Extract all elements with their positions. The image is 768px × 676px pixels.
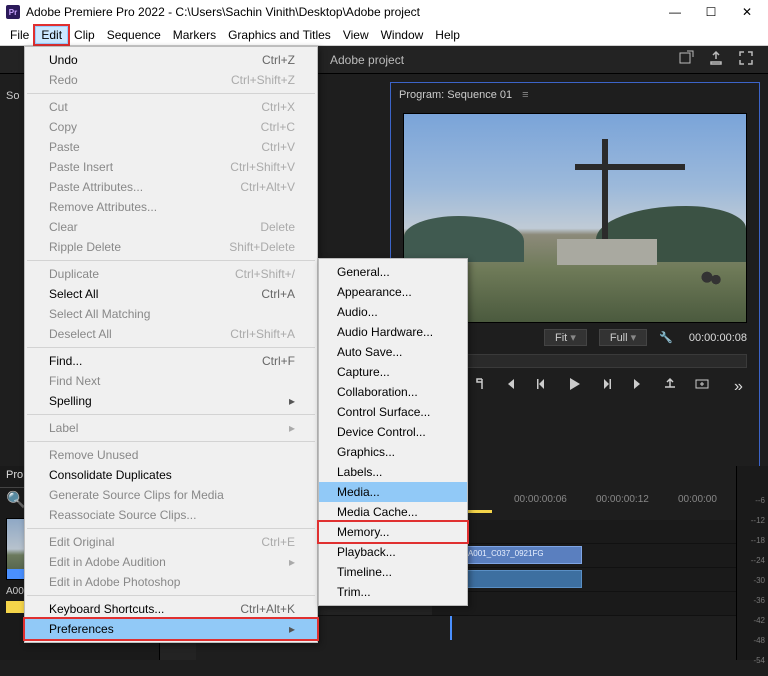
meter-label: -54 — [737, 656, 768, 676]
edit-menu-reassociate-source-clips: Reassociate Source Clips... — [25, 505, 317, 525]
pref-media-cache[interactable]: Media Cache... — [319, 502, 467, 522]
meter-label: --18 — [737, 536, 768, 556]
audio-clip[interactable] — [452, 570, 582, 588]
edit-menu-keyboard-shortcuts[interactable]: Keyboard Shortcuts...Ctrl+Alt+K — [25, 599, 317, 619]
play-icon[interactable] — [566, 376, 582, 397]
menu-window[interactable]: Window — [375, 26, 430, 44]
program-title: Program: Sequence 01 — [399, 89, 512, 101]
menu-sequence[interactable]: Sequence — [101, 26, 167, 44]
edit-menu-copy: CopyCtrl+C — [25, 117, 317, 137]
pref-general[interactable]: General... — [319, 262, 467, 282]
edit-menu-clear: ClearDelete — [25, 217, 317, 237]
export-frame-icon[interactable] — [694, 376, 710, 397]
edit-menu-generate-source-clips-for-media: Generate Source Clips for Media — [25, 485, 317, 505]
pref-playback[interactable]: Playback... — [319, 542, 467, 562]
search-icon[interactable]: 🔍 — [6, 490, 26, 510]
menu-help[interactable]: Help — [429, 26, 466, 44]
pref-auto-save[interactable]: Auto Save... — [319, 342, 467, 362]
step-back-icon[interactable] — [534, 376, 550, 397]
pref-audio[interactable]: Audio... — [319, 302, 467, 322]
edit-menu-paste-insert: Paste InsertCtrl+Shift+V — [25, 157, 317, 177]
preferences-submenu: General...Appearance...Audio...Audio Har… — [318, 258, 468, 606]
pref-device-control[interactable]: Device Control... — [319, 422, 467, 442]
menubar: FileEditClipSequenceMarkersGraphics and … — [0, 24, 768, 46]
mark-out-icon[interactable] — [470, 376, 486, 397]
ruler-tick: 00:00:00:06 — [514, 494, 596, 512]
menu-graphics-and-titles[interactable]: Graphics and Titles — [222, 26, 337, 44]
pref-capture[interactable]: Capture... — [319, 362, 467, 382]
menu-clip[interactable]: Clip — [68, 26, 101, 44]
program-timecode-right: 00:00:00:08 — [689, 332, 747, 344]
export-icon[interactable] — [708, 50, 724, 69]
step-forward-icon[interactable] — [598, 376, 614, 397]
edit-menu-edit-in-adobe-audition: Edit in Adobe Audition▸ — [25, 552, 317, 572]
pref-labels[interactable]: Labels... — [319, 462, 467, 482]
edit-menu-consolidate-duplicates[interactable]: Consolidate Duplicates — [25, 465, 317, 485]
meter-label: --6 — [737, 496, 768, 516]
audio-meters: --6--12--18--24-30-36-42-48-54 — [736, 466, 768, 660]
source-panel-label: So — [6, 90, 19, 102]
edit-menu-select-all[interactable]: Select AllCtrl+A — [25, 284, 317, 304]
edit-menu-find[interactable]: Find...Ctrl+F — [25, 351, 317, 371]
pref-media[interactable]: Media... — [319, 482, 467, 502]
more-buttons-icon[interactable]: » — [734, 378, 744, 396]
edit-menu-dropdown: UndoCtrl+ZRedoCtrl+Shift+Z CutCtrl+XCopyC… — [24, 46, 318, 643]
pref-appearance[interactable]: Appearance... — [319, 282, 467, 302]
resolution-dropdown[interactable]: Full ▾ — [599, 329, 647, 346]
workspace-project-name[interactable]: Adobe project — [330, 53, 404, 67]
edit-menu-find-next: Find Next — [25, 371, 317, 391]
window-title: Adobe Premiere Pro 2022 - C:\Users\Sachi… — [26, 5, 420, 19]
edit-menu-paste: PasteCtrl+V — [25, 137, 317, 157]
edit-menu-remove-unused: Remove Unused — [25, 445, 317, 465]
minimize-button[interactable]: — — [668, 5, 682, 19]
meter-label: --24 — [737, 556, 768, 576]
go-to-out-icon[interactable] — [630, 376, 646, 397]
edit-menu-undo[interactable]: UndoCtrl+Z — [25, 50, 317, 70]
menu-view[interactable]: View — [337, 26, 375, 44]
menu-markers[interactable]: Markers — [167, 26, 222, 44]
edit-menu-spelling[interactable]: Spelling▸ — [25, 391, 317, 411]
meter-label: -42 — [737, 616, 768, 636]
edit-menu-redo: RedoCtrl+Shift+Z — [25, 70, 317, 90]
edit-menu-deselect-all: Deselect AllCtrl+Shift+A — [25, 324, 317, 344]
go-to-in-icon[interactable] — [502, 376, 518, 397]
pref-trim[interactable]: Trim... — [319, 582, 467, 602]
pref-timeline[interactable]: Timeline... — [319, 562, 467, 582]
meter-label: --12 — [737, 516, 768, 536]
meter-label: -48 — [737, 636, 768, 656]
edit-menu-duplicate: DuplicateCtrl+Shift+/ — [25, 264, 317, 284]
edit-menu-paste-attributes: Paste Attributes...Ctrl+Alt+V — [25, 177, 317, 197]
edit-menu-select-all-matching: Select All Matching — [25, 304, 317, 324]
edit-menu-label: Label▸ — [25, 418, 317, 438]
edit-menu-ripple-delete: Ripple DeleteShift+Delete — [25, 237, 317, 257]
menu-file[interactable]: File — [4, 26, 35, 44]
maximize-button[interactable]: ☐ — [704, 5, 718, 19]
fit-dropdown[interactable]: Fit ▾ — [544, 329, 587, 346]
edit-menu-preferences[interactable]: Preferences▸ — [25, 619, 317, 639]
close-button[interactable]: ✕ — [740, 5, 754, 19]
program-menu-icon[interactable]: ≡ — [522, 89, 528, 101]
pref-collaboration[interactable]: Collaboration... — [319, 382, 467, 402]
pref-graphics[interactable]: Graphics... — [319, 442, 467, 462]
edit-menu-edit-original: Edit OriginalCtrl+E — [25, 532, 317, 552]
ruler-tick: 00:00:00:12 — [596, 494, 678, 512]
pref-control-surface[interactable]: Control Surface... — [319, 402, 467, 422]
pref-audio-hardware[interactable]: Audio Hardware... — [319, 322, 467, 342]
app-icon: Pr — [6, 5, 20, 19]
fullscreen-icon[interactable] — [738, 50, 754, 69]
titlebar: Pr Adobe Premiere Pro 2022 - C:\Users\Sa… — [0, 0, 768, 24]
edit-menu-remove-attributes: Remove Attributes... — [25, 197, 317, 217]
menu-edit[interactable]: Edit — [35, 26, 68, 44]
edit-menu-edit-in-adobe-photoshop: Edit in Adobe Photoshop — [25, 572, 317, 592]
meter-label: -30 — [737, 576, 768, 596]
settings-icon[interactable]: 🔧 — [659, 331, 673, 344]
video-clip[interactable]: 📽 A001_C037_0921FG — [452, 546, 582, 564]
meter-label: -36 — [737, 596, 768, 616]
pref-memory[interactable]: Memory... — [319, 522, 467, 542]
edit-menu-cut: CutCtrl+X — [25, 97, 317, 117]
lift-icon[interactable] — [662, 376, 678, 397]
new-workspace-icon[interactable] — [678, 50, 694, 69]
